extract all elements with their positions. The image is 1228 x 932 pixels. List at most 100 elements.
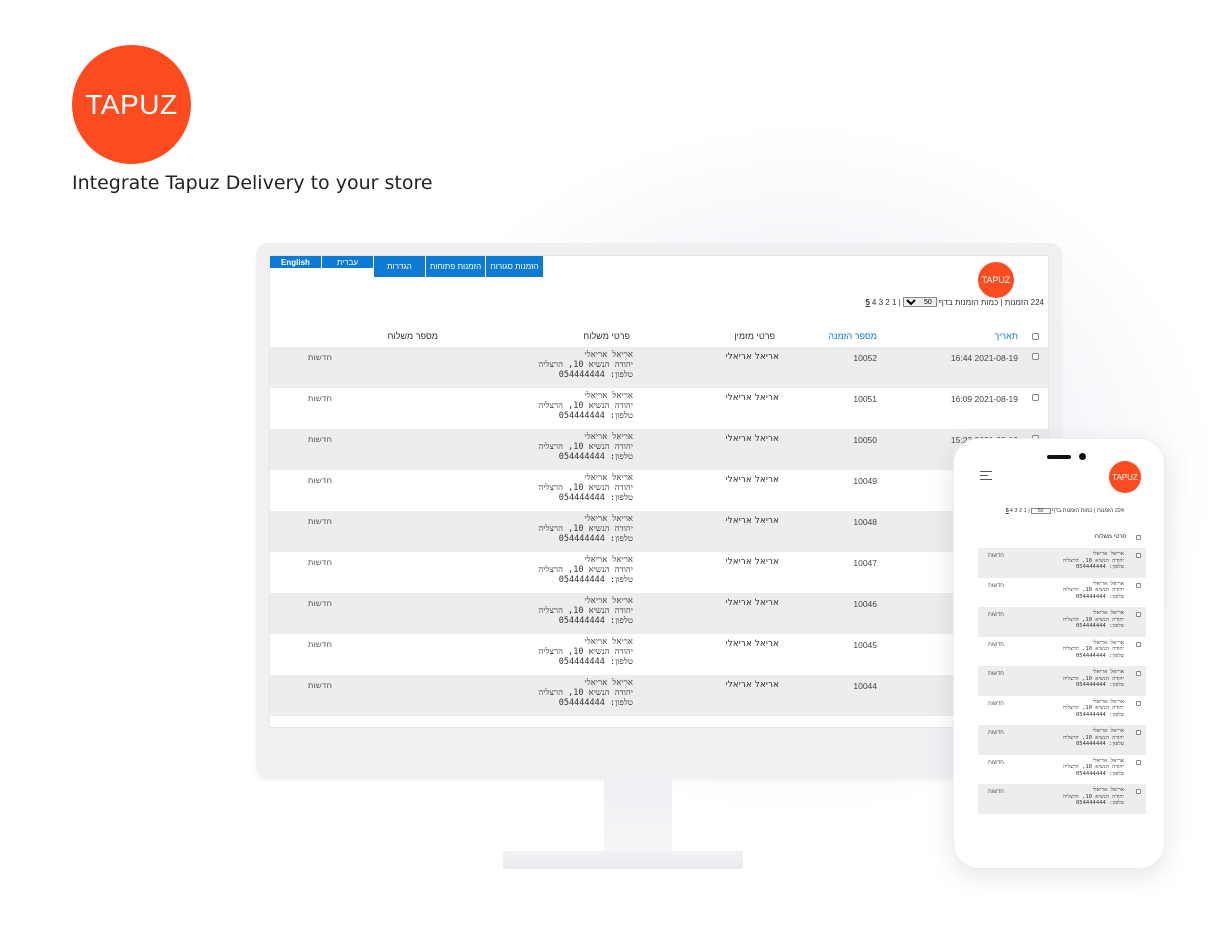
ship-address: יהודה הנשיא 10, הרצליה [538, 565, 633, 575]
tagline: Integrate Tapuz Delivery to your store [72, 172, 433, 194]
tab-hebrew[interactable]: עברית [322, 256, 374, 268]
ship-phone: טלפון: 054444444 [558, 452, 633, 462]
mobile-per-page-select[interactable]: 50 [1030, 508, 1051, 514]
row-status: חדשות [988, 789, 1004, 795]
per-page-select[interactable]: 50 [902, 297, 937, 307]
mobile-select-all-checkbox[interactable] [1136, 535, 1141, 540]
table-row: 16:09 2021-08-19 10051 אריאל אריאלי אריא… [270, 388, 1048, 429]
ship-phone: טלפון: 054444444 [558, 411, 633, 421]
ship-phone: טלפון: 054444444 [558, 493, 633, 503]
row-shipment: אריאל אריאלי יהודה הנשיא 10, הרצליה טלפון:… [538, 473, 633, 503]
col-shipment-number: מספר משלוח [387, 331, 439, 341]
ship-address: יהודה הנשיא 10, הרצליה [1062, 587, 1124, 593]
orders-table: 16:44 2021-08-19 10052 אריאל אריאלי אריא… [270, 347, 1048, 716]
showcase-page: TAPUZ Integrate Tapuz Delivery to your s… [0, 0, 1228, 932]
row-status: חדשות [307, 517, 332, 527]
row-checkbox[interactable] [1136, 612, 1141, 617]
select-all-checkbox[interactable] [1032, 333, 1039, 340]
pager-current[interactable]: 5 [865, 298, 869, 307]
list-item: אריאל אריאלי יהודה הנשיא 10, הרצליה טלפון:… [978, 577, 1146, 607]
ship-address: יהודה הנשיא 10, הרצליה [538, 483, 633, 493]
list-item: אריאל אריאלי יהודה הנשיא 10, הרצליה טלפון:… [978, 636, 1146, 666]
ship-phone: טלפון: 054444444 [558, 698, 633, 708]
ship-phone: טלפון: 054444444 [1075, 564, 1124, 570]
tab-settings[interactable]: הגדרות [374, 256, 426, 277]
tab-english[interactable]: English [270, 256, 322, 268]
ship-phone: טלפון: 054444444 [558, 370, 633, 380]
row-status: חדשות [307, 681, 332, 691]
row-shipment: אריאל אריאלי יהודה הנשיא 10, הרצליה טלפון:… [538, 637, 633, 667]
row-checkbox[interactable] [1136, 700, 1141, 706]
row-shipment: אריאל אריאלי יהודה הנשיא 10, הרצליה טלפון:… [538, 555, 633, 585]
ship-address: יהודה הנשיא 10, הרצליה [538, 360, 633, 370]
tab-open-orders[interactable]: הזמנות פתוחות [426, 256, 486, 277]
row-checkbox[interactable] [1136, 553, 1141, 558]
row-status: חדשות [307, 394, 332, 404]
row-status: חדשות [307, 476, 332, 486]
row-shipment: אריאל אריאלי יהודה הנשיא 10, הרצליה טלפון:… [1063, 669, 1124, 689]
row-checkbox[interactable] [1136, 759, 1141, 765]
row-shipment: אריאל אריאלי יהודה הנשיא 10, הרצליה טלפון:… [1063, 640, 1124, 660]
row-checkbox[interactable] [1136, 671, 1141, 676]
row-shipment: אריאל אריאלי יהודה הנשיא 10, הרצליה טלפון:… [1063, 728, 1124, 748]
col-customer: פרטי מזמין [734, 331, 775, 341]
mobile-pager-pages[interactable]: | 1 2 3 4 [1010, 508, 1030, 514]
row-status: חדשות [988, 759, 1004, 766]
ship-phone: טלפון: 054444444 [1075, 652, 1124, 659]
pager-pages[interactable]: | 1 2 3 4 [872, 298, 901, 307]
phone-frame: TAPUZ 224 הזמנות | כמות הזמנות בדף 50 | … [953, 438, 1165, 869]
row-checkbox[interactable] [1136, 789, 1141, 794]
ship-address: יהודה הנשיא 10, הרצליה [1062, 646, 1124, 652]
ship-address: יהודה הנשיא 10, הרצליה [1062, 705, 1124, 711]
table-row: 15:23 2021-08-19 10050 אריאל אריאלי אריא… [270, 429, 1048, 470]
mobile-col-shipment: פרטי משלוח [1094, 534, 1126, 540]
row-shipment: אריאל אריאלי יהודה הנשיא 10, הרצליה טלפון:… [1063, 699, 1124, 719]
tab-closed-orders[interactable]: הזמנות סגורות [486, 256, 544, 277]
row-customer: אריאל אריאלי [725, 434, 779, 444]
ship-phone: טלפון: 054444444 [1075, 711, 1124, 718]
row-checkbox[interactable] [1136, 641, 1141, 647]
ship-name: אריאל אריאלי [584, 473, 633, 483]
ship-name: אריאל אריאלי [584, 391, 633, 401]
row-shipment: אריאל אריאלי יהודה הנשיא 10, הרצליה טלפון:… [538, 596, 633, 626]
row-customer: אריאל אריאלי [725, 352, 779, 362]
ship-phone: טלפון: 054444444 [558, 534, 633, 544]
row-shipment: אריאל אריאלי יהודה הנשיא 10, הרצליה טלפון:… [1063, 551, 1124, 571]
ship-address: יהודה הנשיא 10, הרצליה [538, 606, 633, 616]
row-shipment: אריאל אריאלי יהודה הנשיא 10, הרצליה טלפון:… [538, 391, 633, 421]
list-item: אריאל אריאלי יהודה הנשיא 10, הרצליה טלפון:… [978, 666, 1146, 696]
ship-phone: טלפון: 054444444 [1075, 682, 1124, 688]
row-shipment: אריאל אריאלי יהודה הנשיא 10, הרצליה טלפון:… [538, 350, 633, 380]
ship-address: יהודה הנשיא 10, הרצליה [538, 688, 633, 698]
tapuz-logo-mobile: TAPUZ [1109, 461, 1141, 493]
phone-camera [1079, 453, 1086, 460]
ship-address: יהודה הנשיא 10, הרצליה [1062, 764, 1124, 770]
col-order-number[interactable]: מספר הזמנה [828, 331, 877, 341]
table-header: תאריך מספר הזמנה פרטי מזמין פרטי משלוח מ… [270, 327, 1048, 347]
row-checkbox[interactable] [1136, 582, 1141, 588]
row-customer: אריאל אריאלי [725, 557, 779, 567]
row-shipment: אריאל אריאלי יהודה הנשיא 10, הרצליה טלפון:… [538, 514, 633, 544]
mobile-pager-current[interactable]: 5 [1006, 508, 1009, 514]
ship-name: אריאל אריאלי [584, 555, 633, 565]
list-item: אריאל אריאלי יהודה הנשיא 10, הרצליה טלפון:… [978, 725, 1146, 755]
row-checkbox[interactable] [1136, 730, 1141, 735]
ship-address: יהודה הנשיא 10, הרצליה [538, 401, 633, 411]
row-checkbox[interactable] [1032, 353, 1039, 360]
ship-name: אריאל אריאלי [584, 350, 633, 360]
monitor-stand-base [503, 851, 743, 869]
tab-bar: English עברית הגדרות הזמנות פתוחות הזמנו… [270, 256, 546, 277]
ship-address: יהודה הנשיא 10, הרצליה [538, 442, 633, 452]
row-customer: אריאל אריאלי [725, 516, 779, 526]
list-item: אריאל אריאלי יהודה הנשיא 10, הרצליה טלפון:… [978, 784, 1146, 814]
logo-small-text: TAPUZ [981, 275, 1011, 285]
row-customer: אריאל אריאלי [725, 598, 779, 608]
row-date: 16:44 2021-08-19 [950, 353, 1018, 363]
hamburger-icon[interactable] [980, 471, 992, 483]
row-checkbox[interactable] [1032, 394, 1039, 401]
row-status: חדשות [307, 599, 332, 609]
col-date[interactable]: תאריך [994, 331, 1018, 341]
pagination: 224 הזמנות | כמות הזמנות בדף 50 | 1 2 3 … [865, 297, 1044, 307]
table-row: 10046 אריאל אריאלי אריאל אריאלי יהודה הנש… [270, 593, 1048, 634]
col-shipment: פרטי משלוח [583, 331, 630, 341]
